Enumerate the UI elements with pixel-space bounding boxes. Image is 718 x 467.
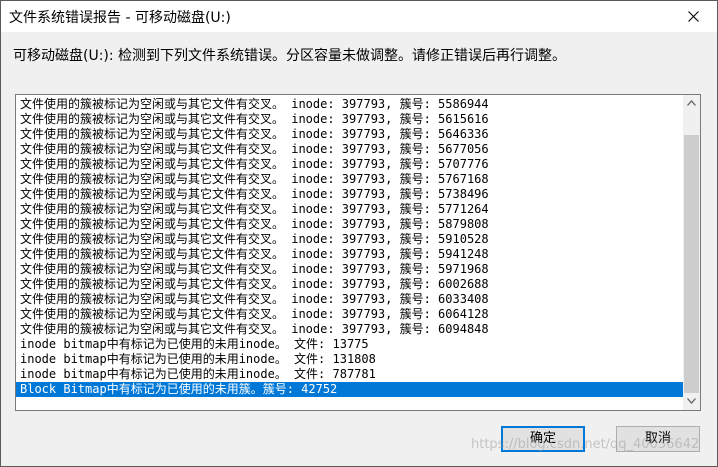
list-item[interactable]: 文件使用的簇被标记为空闲或与其它文件有交叉。 inode: 397793, 簇号…: [16, 142, 683, 157]
scroll-thumb[interactable]: [684, 135, 699, 393]
scroll-down-button[interactable]: [683, 393, 700, 410]
close-icon: [688, 11, 699, 22]
ok-button[interactable]: 确定: [501, 426, 585, 452]
error-list-content[interactable]: 文件使用的簇被标记为空闲或与其它文件有交叉。 inode: 397793, 簇号…: [16, 97, 683, 410]
list-item[interactable]: 文件使用的簇被标记为空闲或与其它文件有交叉。 inode: 397793, 簇号…: [16, 217, 683, 232]
chevron-down-icon: [687, 398, 696, 404]
list-item[interactable]: 文件使用的簇被标记为空闲或与其它文件有交叉。 inode: 397793, 簇号…: [16, 202, 683, 217]
title-bar: 文件系统错误报告 - 可移动磁盘(U:): [1, 1, 717, 32]
vertical-scrollbar[interactable]: [683, 95, 700, 410]
window-title: 文件系统错误报告 - 可移动磁盘(U:): [9, 10, 231, 26]
list-item[interactable]: 文件使用的簇被标记为空闲或与其它文件有交叉。 inode: 397793, 簇号…: [16, 232, 683, 247]
error-message: 可移动磁盘(U:): 检测到下列文件系统错误。分区容量未做调整。请修正错误后再行…: [13, 48, 567, 64]
list-item[interactable]: Block Bitmap中有标记为已使用的未用簇。簇号: 42752: [16, 382, 683, 397]
list-item[interactable]: 文件使用的簇被标记为空闲或与其它文件有交叉。 inode: 397793, 簇号…: [16, 112, 683, 127]
list-item[interactable]: inode bitmap中有标记为已使用的未用inode。 文件: 131808: [16, 352, 683, 367]
cancel-button[interactable]: 取消: [616, 426, 700, 452]
list-item[interactable]: 文件使用的簇被标记为空闲或与其它文件有交叉。 inode: 397793, 簇号…: [16, 322, 683, 337]
list-item[interactable]: 文件使用的簇被标记为空闲或与其它文件有交叉。 inode: 397793, 簇号…: [16, 157, 683, 172]
scroll-up-button[interactable]: [683, 95, 700, 112]
list-item[interactable]: 文件使用的簇被标记为空闲或与其它文件有交叉。 inode: 397793, 簇号…: [16, 187, 683, 202]
list-item[interactable]: 文件使用的簇被标记为空闲或与其它文件有交叉。 inode: 397793, 簇号…: [16, 307, 683, 322]
list-item[interactable]: inode bitmap中有标记为已使用的未用inode。 文件: 13775: [16, 337, 683, 352]
chevron-up-icon: [687, 100, 696, 106]
list-item[interactable]: 文件使用的簇被标记为空闲或与其它文件有交叉。 inode: 397793, 簇号…: [16, 247, 683, 262]
list-item[interactable]: 文件使用的簇被标记为空闲或与其它文件有交叉。 inode: 397793, 簇号…: [16, 127, 683, 142]
list-item[interactable]: 文件使用的簇被标记为空闲或与其它文件有交叉。 inode: 397793, 簇号…: [16, 262, 683, 277]
list-item[interactable]: 文件使用的簇被标记为空闲或与其它文件有交叉。 inode: 397793, 簇号…: [16, 277, 683, 292]
error-report-dialog: 文件系统错误报告 - 可移动磁盘(U:) 可移动磁盘(U:): 检测到下列文件系…: [0, 0, 718, 467]
error-list[interactable]: 文件使用的簇被标记为空闲或与其它文件有交叉。 inode: 397793, 簇号…: [15, 94, 701, 411]
close-button[interactable]: [671, 1, 717, 32]
list-item[interactable]: 文件使用的簇被标记为空闲或与其它文件有交叉。 inode: 397793, 簇号…: [16, 97, 683, 112]
list-item[interactable]: inode bitmap中有标记为已使用的未用inode。 文件: 787781: [16, 367, 683, 382]
list-item[interactable]: 文件使用的簇被标记为空闲或与其它文件有交叉。 inode: 397793, 簇号…: [16, 172, 683, 187]
list-item[interactable]: 文件使用的簇被标记为空闲或与其它文件有交叉。 inode: 397793, 簇号…: [16, 292, 683, 307]
